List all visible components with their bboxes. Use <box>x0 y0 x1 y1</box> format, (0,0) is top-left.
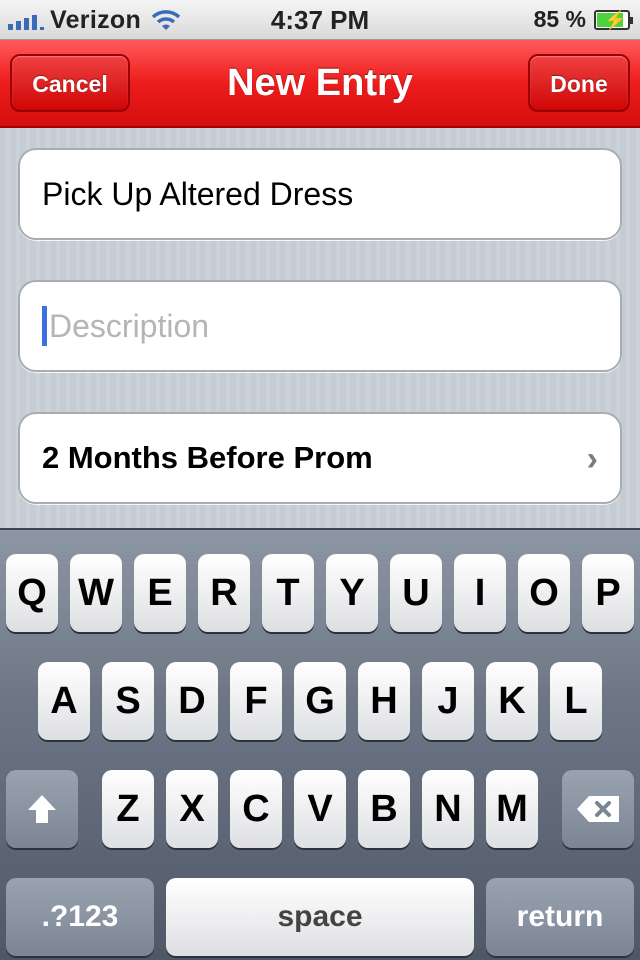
key-a[interactable]: A <box>38 662 90 740</box>
description-placeholder: Description <box>49 307 210 344</box>
key-g[interactable]: G <box>294 662 346 740</box>
space-key[interactable]: space <box>166 878 474 956</box>
key-u[interactable]: U <box>390 554 442 632</box>
battery-charging-icon: ⚡ <box>594 9 633 30</box>
key-q[interactable]: Q <box>6 554 58 632</box>
done-button[interactable]: Done <box>528 54 630 112</box>
key-i[interactable]: I <box>454 554 506 632</box>
key-j[interactable]: J <box>422 662 474 740</box>
key-d[interactable]: D <box>166 662 218 740</box>
key-t[interactable]: T <box>262 554 314 632</box>
shift-key[interactable] <box>6 770 78 848</box>
keyboard: Q W E R T Y U I O P A S D F G H J K L Z … <box>0 528 640 960</box>
title-field[interactable]: Pick Up Altered Dress <box>18 148 622 240</box>
key-r[interactable]: R <box>198 554 250 632</box>
key-p[interactable]: P <box>582 554 634 632</box>
navigation-bar: New Entry Cancel Done <box>0 40 640 128</box>
entry-form: Pick Up Altered Dress Description 2 Mont… <box>0 128 640 528</box>
title-field-value: Pick Up Altered Dress <box>42 175 354 212</box>
key-f[interactable]: F <box>230 662 282 740</box>
key-z[interactable]: Z <box>102 770 154 848</box>
chevron-right-icon: › <box>586 440 598 478</box>
numbers-key[interactable]: .?123 <box>6 878 154 956</box>
key-e[interactable]: E <box>134 554 186 632</box>
key-n[interactable]: N <box>422 770 474 848</box>
return-key[interactable]: return <box>486 878 634 956</box>
key-w[interactable]: W <box>70 554 122 632</box>
key-x[interactable]: X <box>166 770 218 848</box>
key-s[interactable]: S <box>102 662 154 740</box>
shift-arrow-icon <box>28 795 56 823</box>
key-c[interactable]: C <box>230 770 282 848</box>
key-l[interactable]: L <box>550 662 602 740</box>
key-y[interactable]: Y <box>326 554 378 632</box>
delete-key[interactable] <box>562 770 634 848</box>
key-v[interactable]: V <box>294 770 346 848</box>
key-b[interactable]: B <box>358 770 410 848</box>
battery-percent: 85 % <box>533 6 586 32</box>
cancel-button[interactable]: Cancel <box>10 54 130 112</box>
date-selector-label: 2 Months Before Prom <box>42 440 373 475</box>
key-m[interactable]: M <box>486 770 538 848</box>
status-bar-right: 85 % ⚡ <box>533 6 633 33</box>
text-cursor <box>42 306 47 346</box>
status-bar: Verizon 4:37 PM 85 % ⚡ <box>0 0 640 40</box>
date-selector-row[interactable]: 2 Months Before Prom › <box>18 412 622 504</box>
key-o[interactable]: O <box>518 554 570 632</box>
description-field[interactable]: Description <box>18 280 622 372</box>
key-k[interactable]: K <box>486 662 538 740</box>
backspace-icon <box>577 796 619 822</box>
charging-bolt-icon: ⚡ <box>604 9 627 30</box>
key-h[interactable]: H <box>358 662 410 740</box>
